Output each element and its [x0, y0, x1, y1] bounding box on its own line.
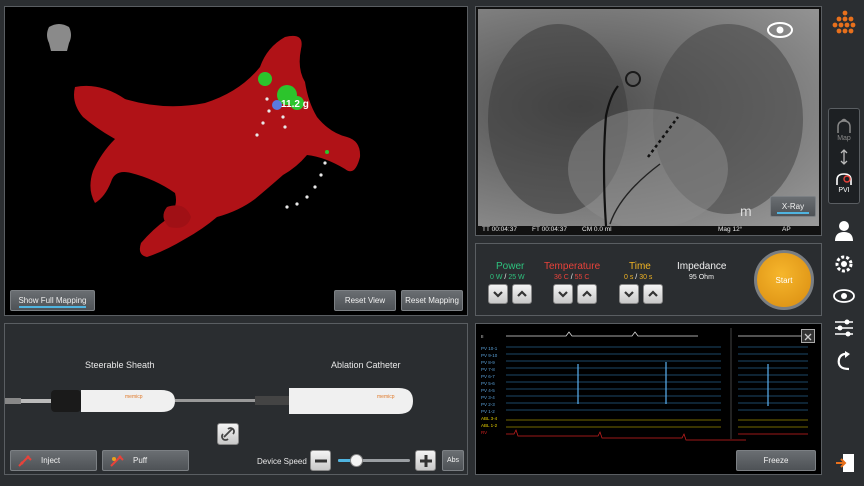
devices-panel[interactable]: Steerable Sheath Ablation Catheter memic…	[4, 323, 468, 475]
power-readout: 0 W / 25 W	[490, 274, 525, 281]
close-icon	[804, 333, 812, 341]
impedance-title: Impedance	[677, 261, 727, 272]
pvi-icon	[836, 173, 852, 185]
temperature-down-button[interactable]	[553, 284, 573, 304]
speed-slider-track[interactable]	[338, 454, 410, 467]
time-up-button[interactable]	[643, 284, 663, 304]
device-speed-label: Device Speed	[257, 457, 307, 466]
catheter-brand: memicp	[377, 394, 395, 400]
temperature-readout: 36 C / 55 C	[554, 274, 590, 281]
ecg-panel[interactable]: II PV 10-1 PV 9-10 PV 8-9 PV 7-8 PV 6-7 …	[475, 323, 822, 475]
reset-mapping-button[interactable]: Reset Mapping	[401, 290, 463, 311]
power-up-button[interactable]	[512, 284, 532, 304]
ablation-panel[interactable]: Power 0 W / 25 W Temperature 36 C / 55 C…	[475, 243, 822, 316]
show-full-mapping-button[interactable]: Show Full Mapping	[10, 290, 95, 311]
power-title: Power	[496, 261, 525, 272]
xray-button[interactable]: X-Ray	[770, 196, 816, 217]
ecg-close-button[interactable]	[801, 329, 815, 343]
workflow-nav: Map PVI	[828, 108, 860, 204]
ecg-labels: PV 10-1 PV 9-10 PV 8-9 PV 7-8 PV 6-7 PV …	[481, 346, 498, 435]
inject-button[interactable]: Inject	[10, 450, 97, 471]
nav-item-map[interactable]: Map	[830, 115, 858, 142]
xray-panel[interactable]: m X-Ray TT 00:04:37 FT 00:04:37 CM 0.0 m…	[475, 6, 822, 236]
xray-tt: TT 00:04:37	[482, 226, 517, 233]
impedance-value: 95 Ohm	[689, 274, 714, 281]
freeze-button[interactable]: Freeze	[736, 450, 816, 471]
user-icon[interactable]	[833, 220, 855, 242]
catheter-title: Ablation Catheter	[331, 360, 401, 370]
start-button[interactable]: Start	[754, 250, 814, 310]
speed-increase-button[interactable]	[415, 450, 436, 471]
head-orientation-icon[interactable]	[47, 24, 71, 51]
xray-watermark: m	[740, 203, 752, 219]
syringe-icon	[18, 454, 32, 467]
speed-slider-thumb[interactable]	[350, 454, 363, 467]
xray-cm: CM 0.0 ml	[582, 226, 612, 233]
power-down-button[interactable]	[488, 284, 508, 304]
puff-button[interactable]: Puff	[102, 450, 189, 471]
sheath-title: Steerable Sheath	[85, 360, 155, 370]
link-icon	[221, 427, 235, 441]
contact-force-label: 11.2 g	[281, 99, 309, 110]
sheath-brand: memicp	[125, 394, 143, 400]
minus-icon	[315, 459, 327, 463]
map-icon	[837, 118, 851, 133]
nav-item-pvi[interactable]: PVI	[830, 169, 858, 194]
updown-arrow-icon	[840, 149, 848, 165]
xray-image	[478, 9, 819, 226]
xray-view: AP	[782, 226, 791, 233]
xray-mag: Mag 12°	[718, 226, 743, 233]
app-logo-icon	[832, 10, 856, 34]
temperature-title: Temperature	[544, 261, 601, 272]
plus-icon	[420, 455, 432, 467]
speed-decrease-button[interactable]	[310, 450, 331, 471]
atrium-shape	[74, 35, 361, 258]
eye-view-icon[interactable]	[832, 288, 856, 304]
sliders-icon[interactable]	[833, 318, 855, 338]
time-title: Time	[629, 261, 651, 272]
eye-icon[interactable]	[766, 21, 794, 39]
exit-icon[interactable]	[835, 452, 857, 474]
temperature-up-button[interactable]	[577, 284, 597, 304]
reset-view-button[interactable]: Reset View	[334, 290, 396, 311]
ecg-traces	[506, 328, 808, 441]
puff-icon	[110, 454, 124, 467]
undo-icon[interactable]	[833, 350, 855, 372]
link-button[interactable]	[217, 423, 239, 445]
time-down-button[interactable]	[619, 284, 639, 304]
abs-button[interactable]: Abs	[442, 450, 464, 471]
settings-gear-icon[interactable]	[832, 252, 856, 276]
heart-map-3d[interactable]	[5, 7, 467, 315]
pv-traces	[506, 346, 808, 411]
map-panel[interactable]: 11.2 g Show Full Mapping Reset View Rese…	[4, 6, 468, 316]
time-readout: 0 s / 30 s	[624, 274, 653, 281]
xray-ft: FT 00:04:37	[532, 226, 567, 233]
ecg-top-label: II	[481, 334, 484, 339]
